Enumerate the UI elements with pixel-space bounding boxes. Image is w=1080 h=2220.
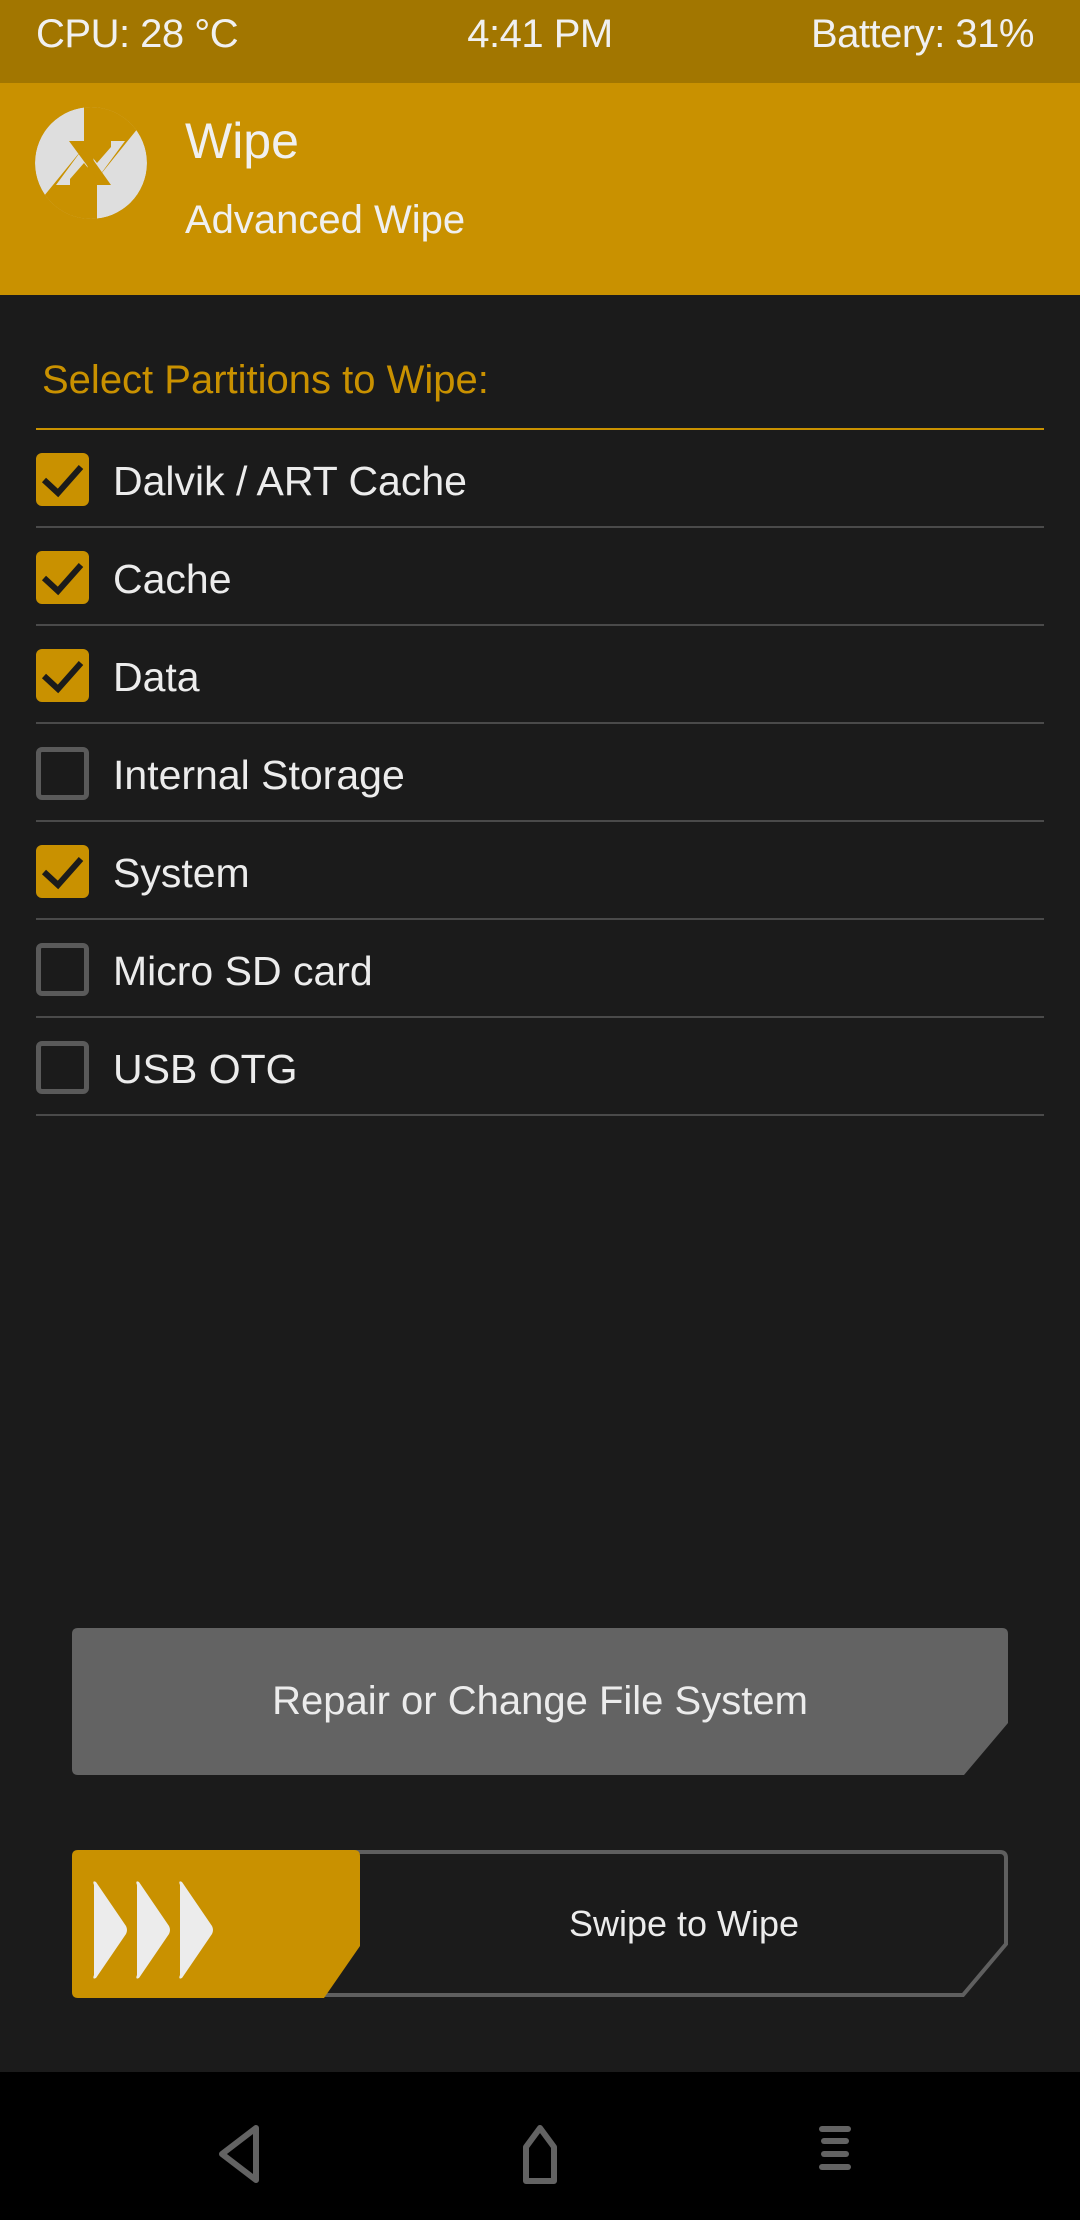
page-title: Wipe — [185, 113, 299, 169]
checkmark-icon — [41, 661, 84, 694]
swipe-to-wipe-label: Swipe to Wipe — [568, 1903, 800, 1944]
swipe-handle[interactable] — [72, 1850, 360, 1998]
twrp-logo-icon — [35, 107, 147, 219]
partition-label: Micro SD card — [113, 948, 373, 994]
checkmark-icon — [41, 465, 84, 498]
menu-lines-icon — [819, 2126, 851, 2170]
nav-home-button[interactable] — [470, 2072, 610, 2220]
partition-row-micro-sd-card[interactable]: Micro SD card — [36, 920, 1044, 1018]
partition-label: USB OTG — [113, 1046, 298, 1092]
checkmark-icon — [41, 563, 84, 596]
checkbox-checked[interactable] — [36, 845, 89, 898]
home-icon — [523, 2125, 557, 2184]
checkbox-unchecked[interactable] — [36, 747, 89, 800]
status-battery: Battery: 31% — [810, 12, 1035, 56]
partition-label: System — [113, 850, 250, 896]
partition-label: Internal Storage — [113, 752, 405, 798]
back-triangle-icon — [219, 2125, 259, 2183]
page-subtitle: Advanced Wipe — [185, 198, 466, 242]
repair-filesystem-button[interactable]: Repair or Change File System — [72, 1628, 1008, 1775]
checkbox-checked[interactable] — [36, 453, 89, 506]
status-cpu-temp: CPU: 28 °C — [36, 12, 239, 56]
app-header — [0, 83, 1080, 295]
partition-row-internal-storage[interactable]: Internal Storage — [36, 724, 1044, 822]
row-divider — [36, 1114, 1044, 1116]
nav-menu-button[interactable] — [770, 2072, 910, 2220]
checkmark-icon — [41, 857, 84, 890]
partition-row-data[interactable]: Data — [36, 626, 1044, 724]
status-bar: 4:41 PM CPU: 28 °C Battery: 31% — [0, 0, 1080, 83]
partition-label: Cache — [113, 556, 232, 602]
partition-label: Data — [113, 654, 200, 700]
partition-row-system[interactable]: System — [36, 822, 1044, 920]
swipe-to-wipe-slider[interactable]: Swipe to Wipe — [72, 1850, 1008, 1998]
partition-row-cache[interactable]: Cache — [36, 528, 1044, 626]
repair-filesystem-label: Repair or Change File System — [272, 1679, 808, 1723]
checkbox-checked[interactable] — [36, 551, 89, 604]
checkbox-unchecked[interactable] — [36, 943, 89, 996]
section-title: Select Partitions to Wipe: — [42, 358, 489, 402]
checkbox-unchecked[interactable] — [36, 1041, 89, 1094]
partition-row-dalvik-art-cache[interactable]: Dalvik / ART Cache — [36, 430, 1044, 528]
navigation-bar — [0, 2072, 1080, 2220]
nav-back-button[interactable] — [170, 2072, 310, 2220]
partition-row-usb-otg[interactable]: USB OTG — [36, 1018, 1044, 1116]
partition-label: Dalvik / ART Cache — [113, 458, 467, 504]
checkbox-checked[interactable] — [36, 649, 89, 702]
